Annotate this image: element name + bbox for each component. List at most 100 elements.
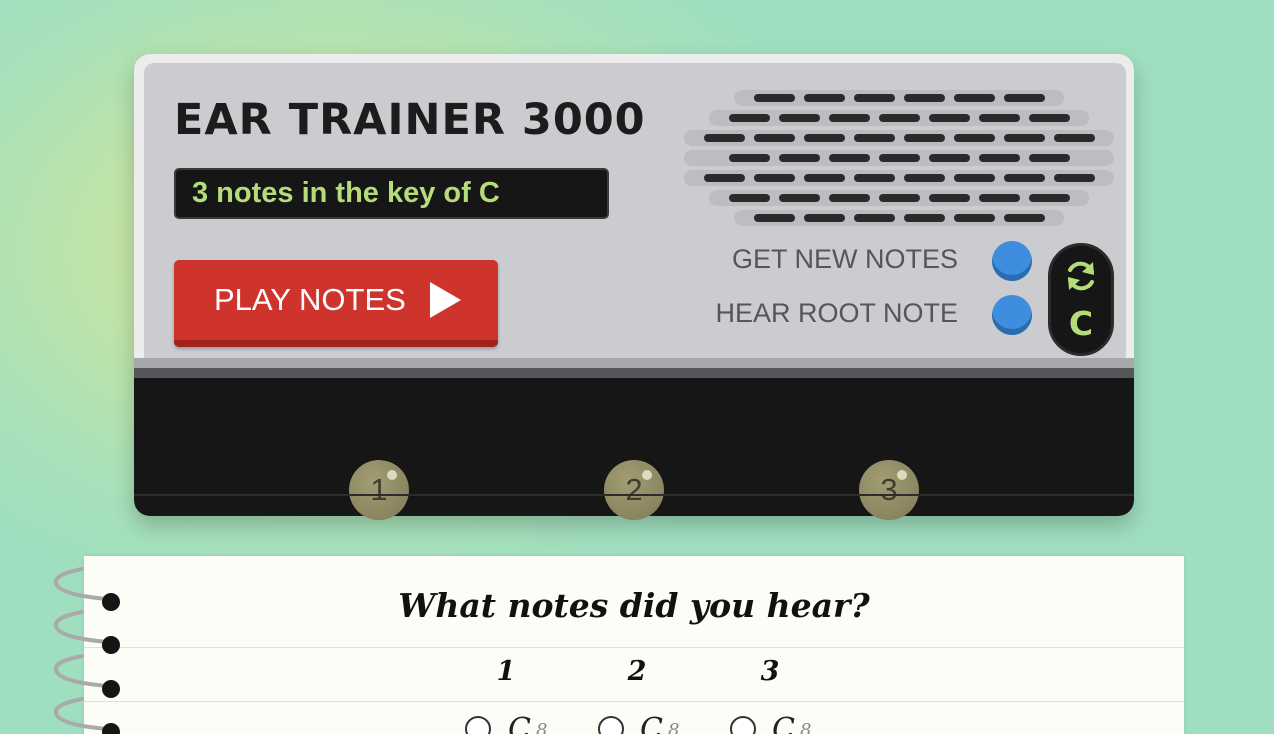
hear-root-note-label: HEAR ROOT NOTE bbox=[715, 298, 958, 328]
notes-display: 3 notes in the key of C bbox=[174, 168, 609, 219]
note-2-button[interactable]: 2 bbox=[604, 460, 664, 520]
key-indicator: C bbox=[1048, 243, 1114, 356]
play-notes-button[interactable]: PLAY NOTES bbox=[174, 260, 498, 347]
spiral-ring-icon bbox=[53, 610, 120, 654]
column-3-option-accidental: 8 bbox=[800, 720, 812, 734]
note-2-label: 2 bbox=[625, 472, 643, 507]
get-new-notes-label: GET NEW NOTES bbox=[731, 244, 958, 274]
grille-slot bbox=[903, 134, 945, 142]
hear-root-note-button[interactable] bbox=[992, 295, 1032, 335]
grille-slot bbox=[853, 214, 895, 222]
device-stripe bbox=[134, 368, 1134, 378]
note-1-label: 1 bbox=[370, 472, 388, 507]
grille-slot bbox=[953, 94, 995, 102]
column-2-header: 2 bbox=[627, 656, 647, 687]
grille-slot bbox=[853, 134, 895, 142]
grille-slot bbox=[1003, 134, 1045, 142]
grille-slot bbox=[1003, 174, 1045, 182]
grille-slot bbox=[928, 114, 970, 122]
grille-slot bbox=[978, 154, 1020, 162]
grille-slot bbox=[753, 174, 795, 182]
column-1-option-label: C bbox=[508, 712, 531, 734]
refresh-icon bbox=[1068, 261, 1094, 291]
grille-slot bbox=[978, 114, 1020, 122]
note-1-button[interactable]: 1 bbox=[349, 460, 409, 520]
grille-slot bbox=[928, 154, 970, 162]
spiral-ring-icon bbox=[53, 697, 120, 734]
grille-slot bbox=[953, 174, 995, 182]
column-3-option-label: C bbox=[772, 712, 795, 734]
grille-slot bbox=[953, 214, 995, 222]
grille-slot bbox=[728, 154, 770, 162]
grille-slot bbox=[803, 134, 845, 142]
grille-row bbox=[684, 170, 1114, 186]
ear-trainer-device: EAR TRAINER 3000 3 notes in the key of C… bbox=[134, 54, 1134, 520]
worksheet-question: What notes did you hear? bbox=[398, 586, 870, 625]
grille-row bbox=[684, 130, 1114, 146]
spiral-ring-icon bbox=[53, 654, 120, 698]
grille-slot bbox=[878, 194, 920, 202]
column-1-option-radio[interactable] bbox=[465, 716, 491, 734]
device-face: EAR TRAINER 3000 3 notes in the key of C… bbox=[144, 63, 1126, 359]
grille-slot bbox=[903, 214, 945, 222]
grille-slot bbox=[703, 134, 745, 142]
grille-row bbox=[734, 90, 1064, 106]
grille-slot bbox=[703, 174, 745, 182]
column-2-option-label: C bbox=[640, 712, 663, 734]
current-key: C bbox=[1068, 304, 1094, 343]
grille-row bbox=[684, 150, 1114, 166]
note-3-label: 3 bbox=[880, 472, 898, 507]
grille-slot bbox=[828, 194, 870, 202]
grille-slot bbox=[878, 154, 920, 162]
grille-row bbox=[709, 110, 1089, 126]
device-top-panel: EAR TRAINER 3000 3 notes in the key of C… bbox=[134, 54, 1134, 370]
grille-slot bbox=[903, 174, 945, 182]
grille-slot bbox=[778, 154, 820, 162]
grille-slot bbox=[828, 154, 870, 162]
grille-slot bbox=[1053, 174, 1095, 182]
grille-slot bbox=[1003, 214, 1045, 222]
grille-row bbox=[734, 210, 1064, 226]
column-2-option-accidental: 8 bbox=[668, 720, 680, 734]
grille-slot bbox=[778, 114, 820, 122]
grille-slot bbox=[803, 94, 845, 102]
grille-slot bbox=[853, 94, 895, 102]
grille-slot bbox=[853, 174, 895, 182]
column-3-option-radio[interactable] bbox=[730, 716, 756, 734]
get-new-notes-button[interactable] bbox=[992, 241, 1032, 281]
grille-slot bbox=[1028, 194, 1070, 202]
play-triangle-icon bbox=[429, 282, 461, 318]
grille-slot bbox=[953, 134, 995, 142]
grille-slot bbox=[753, 214, 795, 222]
grille-row bbox=[709, 190, 1089, 206]
grille-slot bbox=[1028, 154, 1070, 162]
column-1-option-accidental: 8 bbox=[536, 720, 548, 734]
ruled-line bbox=[84, 701, 1184, 702]
device-base: 1 2 3 bbox=[134, 378, 1134, 520]
base-divider bbox=[134, 494, 1134, 496]
grille-slot bbox=[978, 194, 1020, 202]
knob-highlight bbox=[897, 470, 907, 480]
grille-slot bbox=[753, 94, 795, 102]
column-1-header: 1 bbox=[496, 656, 516, 687]
speaker-grille bbox=[684, 90, 1114, 230]
answer-worksheet: What notes did you hear? 1 2 3 C 8 C 8 C… bbox=[84, 556, 1184, 734]
spiral-ring-icon bbox=[53, 567, 120, 611]
grille-slot bbox=[1053, 134, 1095, 142]
device-title: EAR TRAINER 3000 bbox=[174, 95, 646, 145]
grille-slot bbox=[828, 114, 870, 122]
grille-slot bbox=[778, 194, 820, 202]
column-2-option-radio[interactable] bbox=[598, 716, 624, 734]
note-3-button[interactable]: 3 bbox=[859, 460, 919, 520]
ruled-line bbox=[84, 647, 1184, 648]
grille-slot bbox=[878, 114, 920, 122]
grille-slot bbox=[803, 174, 845, 182]
grille-slot bbox=[753, 134, 795, 142]
grille-slot bbox=[728, 194, 770, 202]
grille-slot bbox=[728, 114, 770, 122]
grille-slot bbox=[1003, 94, 1045, 102]
grille-slot bbox=[803, 214, 845, 222]
knob-highlight bbox=[642, 470, 652, 480]
column-3-header: 3 bbox=[760, 656, 780, 687]
grille-slot bbox=[928, 194, 970, 202]
